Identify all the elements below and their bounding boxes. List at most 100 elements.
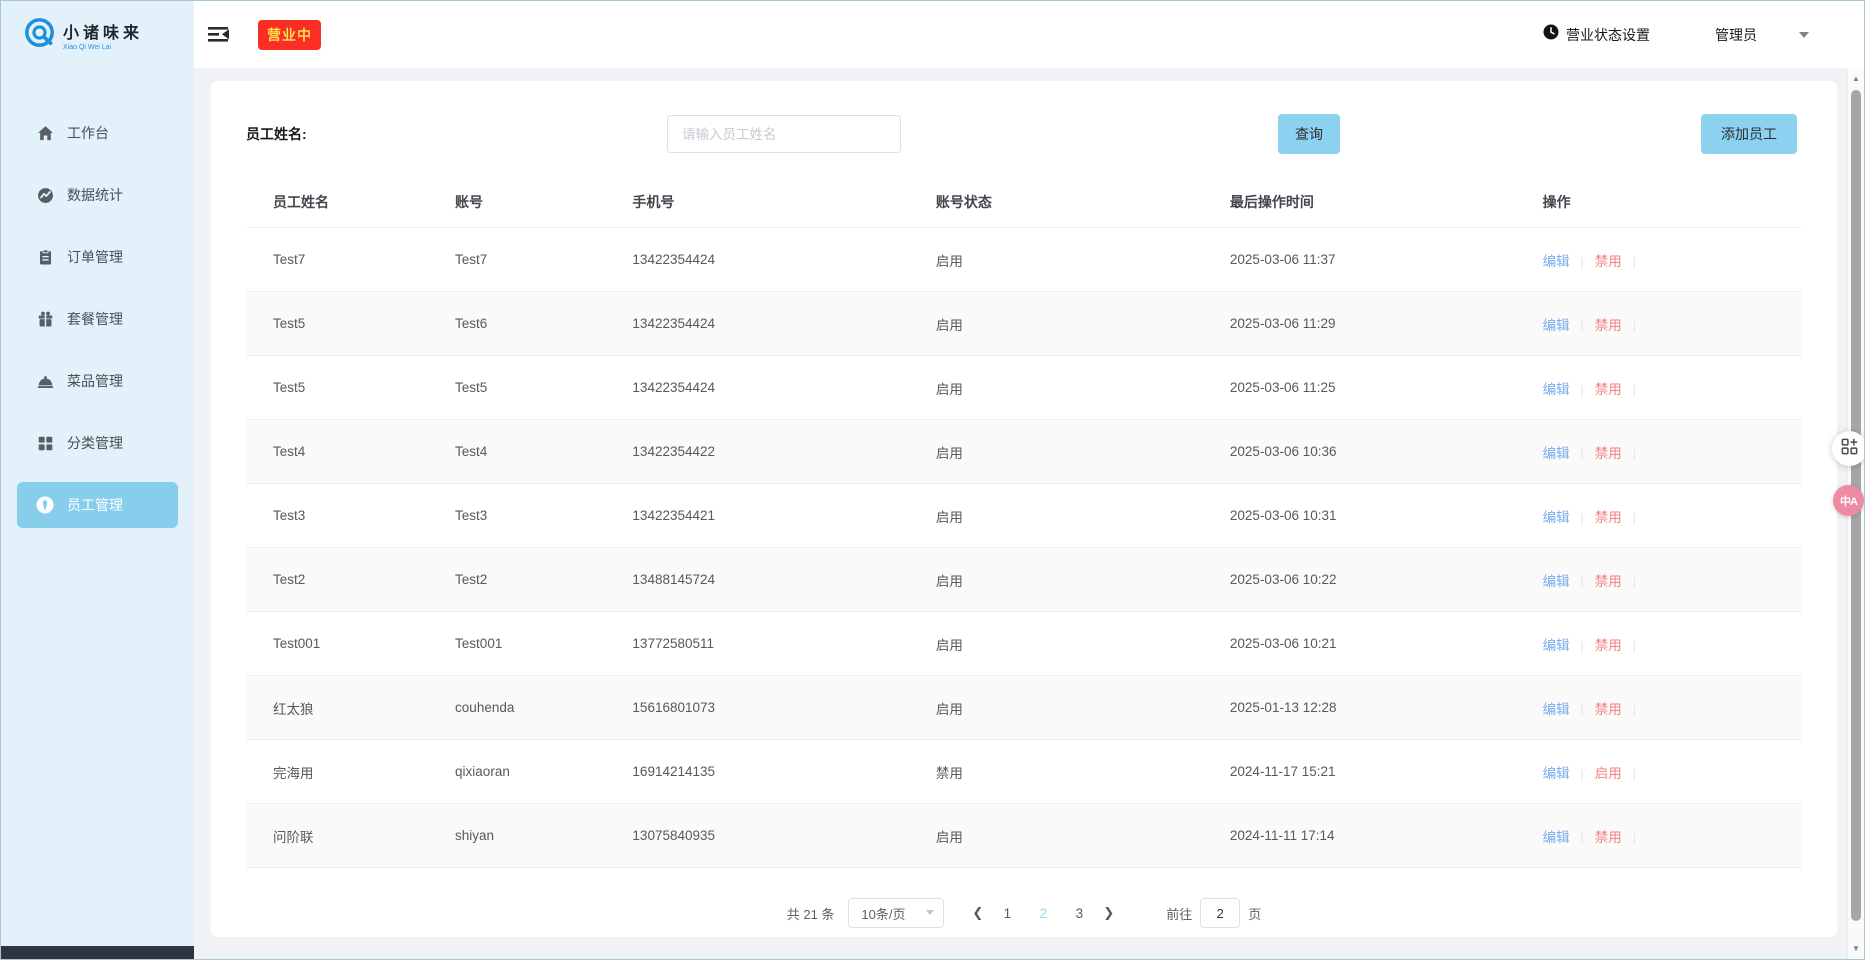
cell-actions: 编辑|禁用| <box>1516 698 1802 718</box>
edit-link[interactable]: 编辑 <box>1543 766 1570 781</box>
sidebar-item-statistics[interactable]: 数据统计 <box>17 172 178 218</box>
cell-status: 启用 <box>909 314 1203 334</box>
page-number[interactable]: 2 <box>1036 906 1050 921</box>
cell-account: Test3 <box>428 508 605 523</box>
gift-icon <box>36 310 54 328</box>
sidebar-item-label: 工作台 <box>67 123 109 143</box>
cell-status: 启用 <box>909 506 1203 526</box>
toggle-status-link[interactable]: 禁用 <box>1595 382 1622 397</box>
table-row: Test5Test513422354424启用2025-03-06 11:25编… <box>246 356 1802 420</box>
cell-name: Test5 <box>246 380 428 395</box>
scroll-up-arrow-icon[interactable]: ▲ <box>1848 74 1864 83</box>
toggle-status-link[interactable]: 禁用 <box>1595 318 1622 333</box>
edit-link[interactable]: 编辑 <box>1543 702 1570 717</box>
toggle-status-link[interactable]: 禁用 <box>1595 574 1622 589</box>
cell-phone: 13422354424 <box>605 252 908 267</box>
sidebar-item-categories[interactable]: 分类管理 <box>17 420 178 466</box>
user-name: 管理员 <box>1715 25 1757 45</box>
sidebar-item-employees[interactable]: 员工管理 <box>17 482 178 528</box>
column-header: 员工姓名 <box>246 192 428 212</box>
table-row: 红太狼couhenda15616801073启用2025-01-13 12:28… <box>246 676 1802 740</box>
column-header: 操作 <box>1516 192 1802 212</box>
toggle-status-link[interactable]: 禁用 <box>1595 702 1622 717</box>
cell-actions: 编辑 | 禁用 | <box>1516 634 1802 654</box>
sidebar-item-combos[interactable]: 套餐管理 <box>17 296 178 342</box>
edit-link[interactable]: 编辑 <box>1543 574 1570 589</box>
cell-name: Test7 <box>246 252 428 267</box>
column-header: 手机号 <box>605 192 908 212</box>
edit-link[interactable]: 编辑 <box>1543 318 1570 333</box>
cell-phone: 15616801073 <box>605 700 908 715</box>
table-row: 问阶联shiyan13075840935启用2024-11-11 17:14编辑… <box>246 804 1802 868</box>
toggle-status-link[interactable]: 禁用 <box>1595 638 1622 653</box>
cell-actions: 编辑|禁用| <box>1516 442 1802 462</box>
toggle-status-link[interactable]: 禁用 <box>1595 830 1622 845</box>
cell-actions: 编辑|禁用| <box>1516 570 1802 590</box>
page-unit-label: 页 <box>1248 904 1261 923</box>
next-page-button[interactable]: ❯ <box>1097 905 1120 921</box>
table-row: Test001Test00113772580511启用2025-03-06 10… <box>246 612 1802 676</box>
table-row: 完海用qixiaoran16914214135禁用2024-11-17 15:2… <box>246 740 1802 804</box>
action-separator: | <box>1581 319 1584 333</box>
search-button[interactable]: 查询 <box>1278 114 1340 154</box>
home-icon <box>36 124 54 142</box>
cell-phone: 13422354424 <box>605 316 908 331</box>
toggle-status-link[interactable]: 禁用 <box>1595 254 1622 269</box>
brand-pinyin: Xiao Qi Wei Lai <box>63 44 155 51</box>
sidebar-item-orders[interactable]: 订单管理 <box>17 234 178 280</box>
toggle-status-link[interactable]: 禁用 <box>1595 510 1622 525</box>
action-separator: | <box>1633 639 1636 653</box>
edit-link[interactable]: 编辑 <box>1543 638 1570 653</box>
cell-name: 完海用 <box>246 762 428 782</box>
employee-name-input[interactable] <box>667 115 901 153</box>
business-status-button[interactable]: 营业状态设置 <box>1543 24 1650 45</box>
edit-link[interactable]: 编辑 <box>1543 446 1570 461</box>
edit-link[interactable]: 编辑 <box>1543 830 1570 845</box>
order-icon <box>36 248 54 266</box>
edit-link[interactable]: 编辑 <box>1543 254 1570 269</box>
page-number[interactable]: 1 <box>1000 906 1014 921</box>
cell-actions: 编辑|禁用| <box>1516 378 1802 398</box>
cell-last_time: 2024-11-11 17:14 <box>1203 828 1516 843</box>
cell-phone: 13488145724 <box>605 572 908 587</box>
page-size-select[interactable]: 10条/页 <box>848 898 944 928</box>
sidebar-fold-icon[interactable] <box>208 26 232 44</box>
cell-account: Test4 <box>428 444 605 459</box>
cell-phone: 13422354422 <box>605 444 908 459</box>
sidebar-item-label: 数据统计 <box>67 185 123 205</box>
cell-phone: 13422354421 <box>605 508 908 523</box>
add-employee-button[interactable]: 添加员工 <box>1701 114 1797 154</box>
prev-page-button[interactable]: ❮ <box>966 905 989 921</box>
action-separator: | <box>1581 255 1584 269</box>
sidebar-item-label: 订单管理 <box>67 247 123 267</box>
collection-grid-fab[interactable] <box>1832 431 1865 466</box>
page-number[interactable]: 3 <box>1072 906 1086 921</box>
sidebar-item-label: 套餐管理 <box>67 309 123 329</box>
sidebar-item-dishes[interactable]: 菜品管理 <box>17 358 178 404</box>
cell-phone: 13075840935 <box>605 828 908 843</box>
goto-label: 前往 <box>1166 904 1192 923</box>
cell-account: Test2 <box>428 572 605 587</box>
action-separator: | <box>1633 447 1636 461</box>
scroll-down-arrow-icon[interactable]: ▼ <box>1848 944 1864 953</box>
cell-name: Test4 <box>246 444 428 459</box>
toggle-status-link[interactable]: 启用 <box>1595 766 1622 781</box>
employee-name-label: 员工姓名: <box>246 124 307 144</box>
grid-plus-icon <box>1841 438 1858 460</box>
cell-last_time: 2024-11-17 15:21 <box>1203 764 1516 779</box>
cell-status: 启用 <box>909 250 1203 270</box>
edit-link[interactable]: 编辑 <box>1543 382 1570 397</box>
translate-fab[interactable]: 中A <box>1833 485 1864 516</box>
cell-actions: 编辑|启用| <box>1516 762 1802 782</box>
sidebar-item-workbench[interactable]: 工作台 <box>17 110 178 156</box>
action-separator: | <box>1633 831 1636 845</box>
goto-page-input[interactable] <box>1200 898 1240 928</box>
cell-status: 启用 <box>909 442 1203 462</box>
user-dropdown[interactable]: 管理员 <box>1715 25 1809 45</box>
toggle-status-link[interactable]: 禁用 <box>1595 446 1622 461</box>
select-caret-icon <box>926 910 934 915</box>
edit-link[interactable]: 编辑 <box>1543 510 1570 525</box>
column-header: 账号 <box>428 192 605 212</box>
action-separator: | <box>1581 639 1584 653</box>
cell-status: 启用 <box>909 570 1203 590</box>
